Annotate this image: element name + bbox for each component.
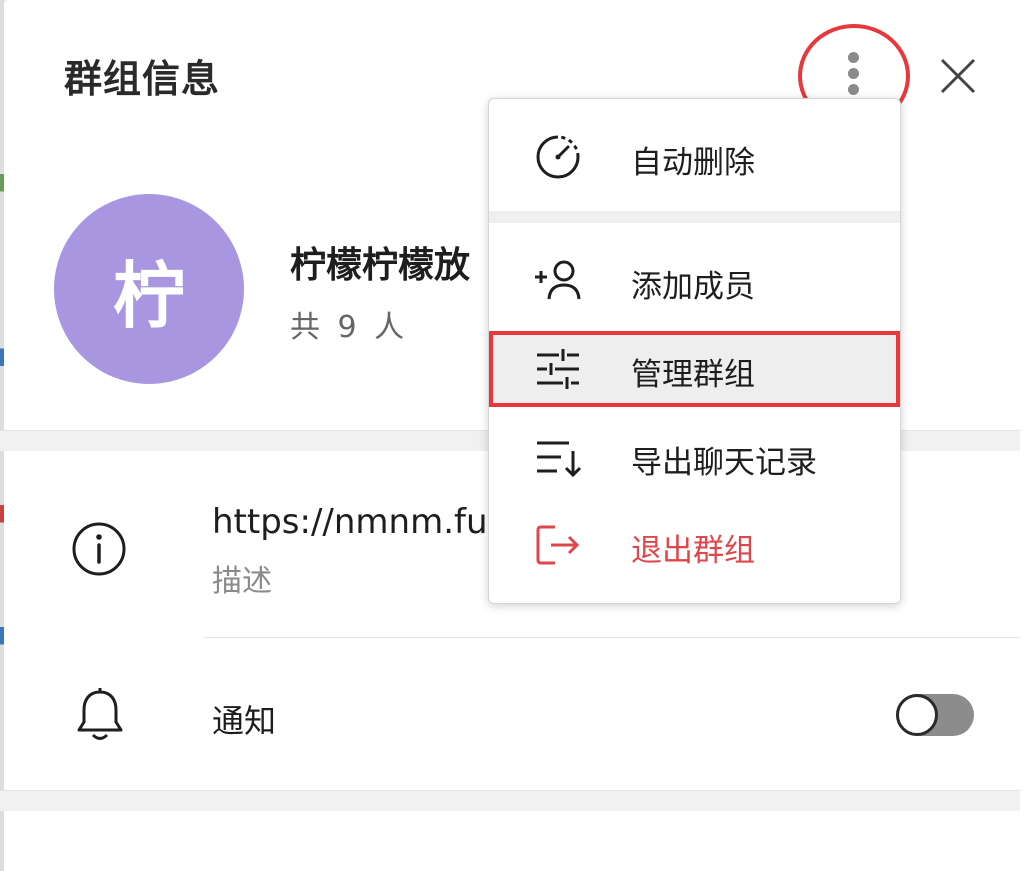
- close-button[interactable]: [938, 56, 978, 96]
- menu-item-leave-group[interactable]: 退出群组: [489, 507, 900, 583]
- avatar: 柠: [54, 194, 244, 384]
- close-icon: [940, 58, 976, 94]
- dot-icon: [847, 84, 859, 95]
- more-options-button[interactable]: [846, 52, 860, 98]
- notifications-label: 通知: [212, 702, 277, 740]
- dot-icon: [847, 52, 859, 63]
- section-separator: [0, 790, 1020, 811]
- toggle-knob: [896, 694, 938, 736]
- more-options-menu: 自动删除 添加成员 管理群组 导出聊天记录 退出群组: [488, 98, 901, 604]
- bell-icon: [74, 686, 126, 748]
- dot-icon: [847, 68, 859, 79]
- logout-icon: [533, 521, 583, 569]
- group-name: 柠檬柠檬放: [290, 245, 471, 286]
- menu-separator: [489, 211, 900, 223]
- menu-item-label: 添加成员: [631, 269, 755, 305]
- info-icon: [70, 520, 128, 582]
- menu-item-manage-group[interactable]: 管理群组: [489, 331, 900, 407]
- page-title: 群组信息: [64, 57, 221, 101]
- menu-item-label: 管理群组: [631, 357, 755, 393]
- menu-item-label: 退出群组: [631, 533, 755, 569]
- add-user-icon: [533, 257, 583, 305]
- menu-item-label: 导出聊天记录: [631, 445, 817, 481]
- notifications-toggle[interactable]: [896, 694, 974, 736]
- menu-item-label: 自动删除: [631, 145, 755, 181]
- member-count: 共 9 人: [290, 310, 409, 345]
- menu-item-add-member[interactable]: 添加成员: [489, 243, 900, 319]
- sort-down-icon: [533, 433, 583, 481]
- description-label: 描述: [212, 564, 272, 599]
- sliders-icon: [533, 345, 583, 393]
- timer-icon: [533, 133, 583, 181]
- menu-item-export-chat[interactable]: 导出聊天记录: [489, 419, 900, 495]
- group-link[interactable]: https://nmnm.fun: [212, 502, 488, 542]
- menu-item-auto-delete[interactable]: 自动删除: [489, 119, 900, 195]
- row-divider: [204, 637, 1020, 638]
